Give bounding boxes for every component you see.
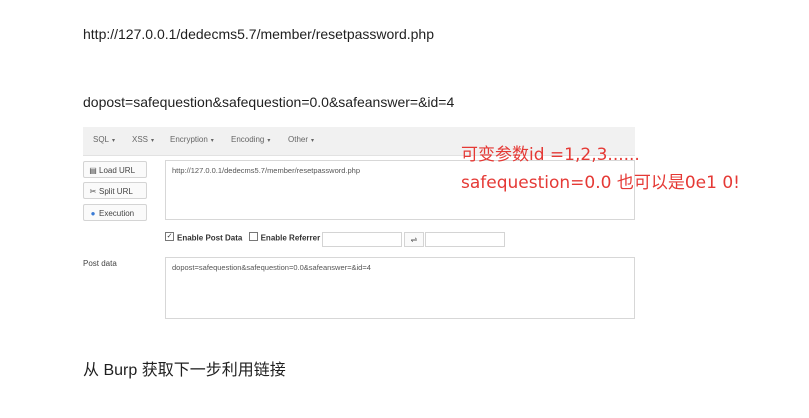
execution-button[interactable]: ● Execution [83,204,147,221]
chevron-down-icon: ▾ [112,138,116,144]
execution-icon: ● [90,209,96,218]
load-url-icon: ▤ [89,166,97,175]
chevron-down-icon: ▾ [210,138,214,144]
url-value: http://127.0.0.1/dedecms5.7/member/reset… [172,166,361,175]
payload-text-line: dopost=safequestion&safequestion=0.0&saf… [83,94,455,110]
chevron-down-icon: ▾ [267,138,271,144]
post-data-value: dopost=safequestion&safequestion=0.0&saf… [172,263,371,272]
referrer-input-secondary[interactable] [425,232,505,247]
menu-other[interactable]: Other ▾ [288,135,314,144]
chevron-down-icon: ▾ [311,138,315,144]
enable-referrer-label: Enable Referrer [260,233,321,243]
enable-post-label: Enable Post Data [177,233,243,243]
swap-icon: ⇌ [410,235,418,244]
menu-sql[interactable]: SQL ▾ [93,135,115,144]
post-data-label: Post data [83,259,117,268]
menu-encoding[interactable]: Encoding ▾ [231,135,270,144]
footer-text-line: 从 Burp 获取下一步利用链接 [83,362,286,379]
menu-xss[interactable]: XSS ▾ [132,135,154,144]
enable-referrer-checkbox[interactable] [248,232,258,242]
split-url-icon: ✂ [89,187,97,196]
url-text-line: http://127.0.0.1/dedecms5.7/member/reset… [83,26,434,42]
chevron-down-icon: ▾ [151,138,155,144]
enable-post-checkbox[interactable]: ✓ [165,232,174,242]
referrer-input[interactable] [322,232,402,247]
annotation-line-2: safequestion=0.0 也可以是0e1 0! [461,173,740,193]
split-url-button[interactable]: ✂ Split URL [83,182,147,199]
options-row: ✓ Enable Post Data Enable Referrer [165,232,321,243]
swap-button[interactable]: ⇌ [404,232,424,247]
annotation-line-1: 可变参数id =1,2,3...... [461,145,640,165]
post-data-textarea[interactable]: dopost=safequestion&safequestion=0.0&saf… [165,257,635,319]
menu-encryption[interactable]: Encryption ▾ [170,135,214,144]
load-url-button[interactable]: ▤ Load URL [83,161,147,178]
